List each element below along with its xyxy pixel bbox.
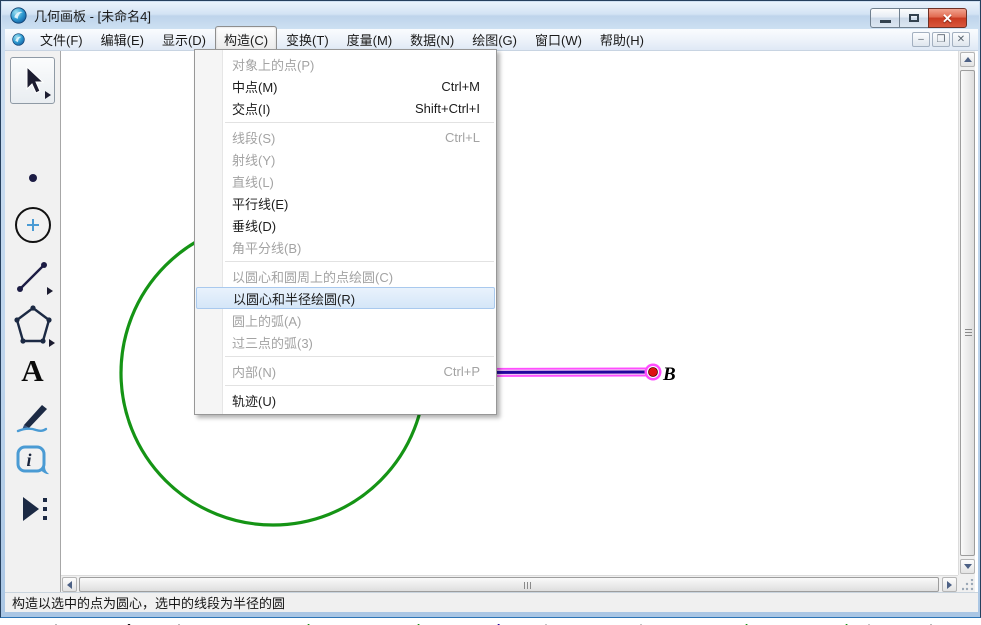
minimize-icon xyxy=(880,20,891,23)
menu-item-arc-through-3-points[interactable]: 过三点的弧(3) xyxy=(196,331,495,353)
point-tool[interactable] xyxy=(5,164,60,192)
maximize-icon xyxy=(909,14,919,22)
flyout-arrow-icon xyxy=(45,91,51,99)
screen: 几何画板 - [未命名4] ✕ 文件(F) 编辑(E) 显示(D) 构造(C) … xyxy=(0,0,981,625)
menu-item-locus[interactable]: 轨迹(U) xyxy=(196,389,495,411)
horizontal-scrollbar[interactable] xyxy=(61,575,958,592)
menu-help[interactable]: 帮助(H) xyxy=(591,26,653,53)
point-b-label: B xyxy=(662,364,676,385)
scroll-left-icon xyxy=(67,581,72,589)
title-bar[interactable]: 几何画板 - [未命名4] ✕ xyxy=(2,2,979,29)
scroll-left-button[interactable] xyxy=(62,577,77,592)
menu-separator xyxy=(225,385,494,386)
scroll-right-button[interactable] xyxy=(942,577,957,592)
close-icon: ✕ xyxy=(942,12,953,25)
menu-separator xyxy=(225,261,494,262)
child-close-button[interactable]: ✕ xyxy=(952,32,970,47)
vertical-scrollbar[interactable] xyxy=(958,51,975,575)
scroll-up-button[interactable] xyxy=(960,52,975,67)
menu-item-point-on-object[interactable]: 对象上的点(P) xyxy=(196,53,495,75)
menu-item-circle-by-center-point[interactable]: 以圆心和圆周上的点绘圆(C) xyxy=(196,265,495,287)
custom-tool[interactable] xyxy=(5,488,60,530)
information-tool[interactable]: i xyxy=(5,441,60,483)
document-icon xyxy=(12,33,25,46)
scroll-down-icon xyxy=(964,564,972,569)
menu-item-ray[interactable]: 射线(Y) xyxy=(196,148,495,170)
custom-tool-icon xyxy=(15,492,51,526)
horizontal-scroll-thumb[interactable] xyxy=(79,577,939,592)
menu-item-arc-on-circle[interactable]: 圆上的弧(A) xyxy=(196,309,495,331)
child-window-controls: – ❐ ✕ xyxy=(912,32,970,47)
status-bar: 构造以选中的点为圆心，选中的线段为半径的圆 xyxy=(5,592,978,612)
app-logo-icon xyxy=(10,7,27,24)
flyout-arrow-icon xyxy=(49,339,55,347)
resize-grip[interactable] xyxy=(958,575,975,592)
app-window: 几何画板 - [未命名4] ✕ 文件(F) 编辑(E) 显示(D) 构造(C) … xyxy=(0,0,981,618)
menu-separator xyxy=(225,356,494,357)
menu-edit[interactable]: 编辑(E) xyxy=(92,26,153,53)
svg-text:i: i xyxy=(26,450,31,470)
flyout-arrow-icon xyxy=(47,287,53,295)
menu-item-intersection[interactable]: 交点(I)Shift+Ctrl+I xyxy=(196,97,495,119)
close-button[interactable]: ✕ xyxy=(928,8,967,28)
selection-arrow-tool[interactable] xyxy=(10,57,55,104)
minimize-button[interactable] xyxy=(870,8,899,28)
titlebar-buttons: ✕ xyxy=(870,8,967,28)
menu-file[interactable]: 文件(F) xyxy=(31,26,92,53)
info-bubble-icon: i xyxy=(13,443,53,481)
scroll-down-button[interactable] xyxy=(960,559,975,574)
menu-item-circle-by-center-radius[interactable]: 以圆心和半径绘圆(R) xyxy=(196,287,495,309)
construct-menu-popup: 对象上的点(P) 中点(M)Ctrl+M 交点(I)Shift+Ctrl+I 线… xyxy=(194,49,497,415)
status-message: 构造以选中的点为圆心，选中的线段为半径的圆 xyxy=(12,593,285,612)
text-tool[interactable]: A xyxy=(5,351,60,389)
point-icon xyxy=(27,172,39,184)
menu-item-perpendicular-line[interactable]: 垂线(D) xyxy=(196,214,495,236)
menu-separator xyxy=(225,122,494,123)
text-tool-icon: A xyxy=(21,355,43,386)
vertical-scroll-thumb[interactable] xyxy=(960,70,975,556)
menu-window[interactable]: 窗口(W) xyxy=(526,26,591,53)
window-title: 几何画板 - [未命名4] xyxy=(34,6,151,25)
scroll-up-icon xyxy=(964,57,972,62)
straightedge-segment-tool[interactable] xyxy=(5,254,60,298)
circle-icon xyxy=(12,204,54,246)
scroll-right-icon xyxy=(947,581,952,589)
child-restore-button[interactable]: ❐ xyxy=(932,32,950,47)
background-window-sliver xyxy=(0,618,981,625)
polygon-tool[interactable] xyxy=(5,301,60,349)
menu-item-segment[interactable]: 线段(S)Ctrl+L xyxy=(196,126,495,148)
point-b xyxy=(649,368,658,377)
arrow-cursor-icon xyxy=(18,64,48,98)
marker-pen-icon xyxy=(12,397,54,437)
maximize-button[interactable] xyxy=(899,8,928,28)
menu-item-interior[interactable]: 内部(N)Ctrl+P xyxy=(196,360,495,382)
menu-bar: 文件(F) 编辑(E) 显示(D) 构造(C) 变换(T) 度量(M) 数据(N… xyxy=(5,29,978,51)
menu-item-midpoint[interactable]: 中点(M)Ctrl+M xyxy=(196,75,495,97)
tool-palette: A i xyxy=(5,51,61,592)
resize-grip-icon xyxy=(962,579,974,591)
compass-circle-tool[interactable] xyxy=(5,203,60,247)
child-minimize-button[interactable]: – xyxy=(912,32,930,47)
menu-item-angle-bisector[interactable]: 角平分线(B) xyxy=(196,236,495,258)
marker-tool[interactable] xyxy=(5,396,60,438)
menu-item-line[interactable]: 直线(L) xyxy=(196,170,495,192)
menu-item-parallel-line[interactable]: 平行线(E) xyxy=(196,192,495,214)
polygon-icon xyxy=(11,302,55,348)
